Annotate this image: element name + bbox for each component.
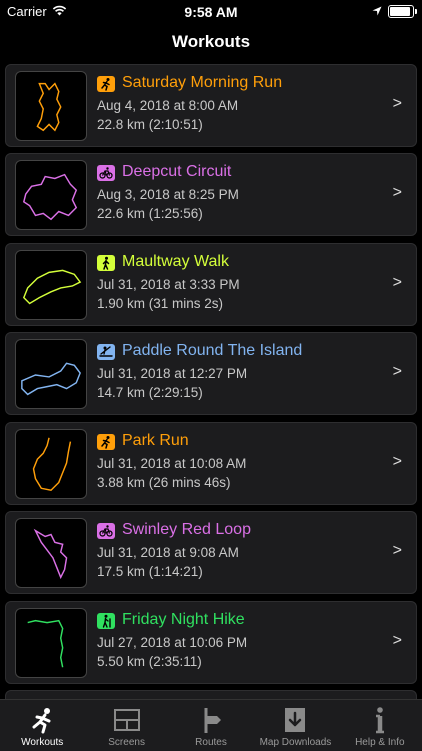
- status-time: 9:58 AM: [184, 4, 238, 20]
- tab-screens[interactable]: Screens: [84, 700, 168, 751]
- workout-card[interactable]: Paddle Round The Island Jul 31, 2018 at …: [5, 332, 417, 415]
- workout-title: Park Run: [122, 432, 189, 449]
- workout-card[interactable]: Swinley Red Loop Jul 31, 2018 at 9:08 AM…: [5, 511, 417, 594]
- workout-list[interactable]: Saturday Morning Run Aug 4, 2018 at 8:00…: [0, 64, 422, 699]
- workout-distance: 3.88 km (26 mins 46s): [97, 475, 231, 490]
- tab-workouts[interactable]: Workouts: [0, 700, 84, 751]
- chevron-right-icon: >: [392, 274, 402, 291]
- route-thumbnail: [15, 71, 87, 141]
- chevron-right-icon: >: [392, 542, 402, 559]
- tab-map-downloads[interactable]: Map Downloads: [253, 700, 337, 751]
- runner-icon: [0, 706, 84, 734]
- status-right: [372, 4, 417, 19]
- workout-date: Jul 31, 2018 at 10:08 AM: [97, 456, 247, 471]
- running-icon: [97, 76, 115, 92]
- workout-distance: 17.5 km (1:14:21): [97, 564, 203, 579]
- cycling-icon: [97, 523, 115, 539]
- tab-label: Help & Info: [355, 737, 405, 748]
- workout-card[interactable]: Friday Night Hike Jul 27, 2018 at 10:06 …: [5, 601, 417, 684]
- paddling-icon: [97, 344, 115, 360]
- tab-label: Workouts: [21, 737, 64, 748]
- workout-title: Saturday Morning Run: [122, 74, 283, 91]
- tab-routes[interactable]: Routes: [169, 700, 253, 751]
- workout-title: Paddle Round The Island: [122, 342, 303, 359]
- workout-date: Jul 31, 2018 at 3:33 PM: [97, 277, 240, 292]
- chevron-right-icon: >: [392, 632, 402, 649]
- route-thumbnail: [15, 608, 87, 678]
- status-bar: Carrier 9:58 AM: [0, 0, 422, 24]
- route-thumbnail: [15, 250, 87, 320]
- workout-distance: 22.6 km (1:25:56): [97, 206, 203, 221]
- chevron-right-icon: >: [392, 184, 402, 201]
- tab-help-info[interactable]: Help & Info: [338, 700, 422, 751]
- route-thumbnail: [15, 518, 87, 588]
- chevron-right-icon: >: [392, 453, 402, 470]
- download-icon: [253, 706, 337, 734]
- hiking-icon: [97, 613, 115, 629]
- workout-title: Swinley Red Loop: [122, 521, 251, 538]
- workout-date: Jul 31, 2018 at 12:27 PM: [97, 366, 248, 381]
- location-arrow-icon: [372, 4, 382, 19]
- chevron-right-icon: >: [392, 95, 402, 112]
- battery-level: [390, 7, 410, 16]
- workout-date: Aug 3, 2018 at 8:25 PM: [97, 187, 239, 202]
- workout-distance: 5.50 km (2:35:11): [97, 654, 202, 669]
- workout-card[interactable]: Saturday Morning Run Aug 4, 2018 at 8:00…: [5, 64, 417, 147]
- running-icon: [97, 434, 115, 450]
- cycling-icon: [97, 165, 115, 181]
- tab-label: Screens: [108, 737, 145, 748]
- route-thumbnail: [15, 160, 87, 230]
- workout-distance: 22.8 km (2:10:51): [97, 117, 203, 132]
- workout-card[interactable]: Park Run Jul 31, 2018 at 10:08 AM 3.88 k…: [5, 422, 417, 505]
- workout-title: Maultway Walk: [122, 253, 229, 270]
- tab-label: Map Downloads: [259, 737, 332, 748]
- battery-icon: [388, 5, 417, 18]
- walking-icon: [97, 255, 115, 271]
- workout-card[interactable]: Maultway Walk Jul 31, 2018 at 3:33 PM 1.…: [5, 243, 417, 326]
- workout-distance: 14.7 km (2:29:15): [97, 385, 203, 400]
- tab-label: Routes: [195, 737, 227, 748]
- workout-title: Deepcut Circuit: [122, 163, 232, 180]
- workout-date: Jul 31, 2018 at 9:08 AM: [97, 545, 239, 560]
- route-thumbnail: [15, 339, 87, 409]
- chevron-right-icon: >: [392, 363, 402, 380]
- page-title: Workouts: [171, 32, 251, 51]
- info-icon: [338, 706, 422, 734]
- workout-date: Jul 27, 2018 at 10:06 PM: [97, 635, 248, 650]
- tab-bar: Workouts Screens Routes Map Downloads He…: [0, 699, 422, 751]
- workout-card[interactable]: Deepcut Circuit Aug 3, 2018 at 8:25 PM 2…: [5, 153, 417, 236]
- route-thumbnail: [15, 429, 87, 499]
- workout-date: Aug 4, 2018 at 8:00 AM: [97, 98, 239, 113]
- workout-title: Friday Night Hike: [122, 611, 245, 628]
- screens-grid-icon: [84, 706, 168, 734]
- workout-distance: 1.90 km (31 mins 2s): [97, 296, 224, 311]
- route-sign-icon: [169, 706, 253, 734]
- workout-card-partial[interactable]: [5, 690, 417, 699]
